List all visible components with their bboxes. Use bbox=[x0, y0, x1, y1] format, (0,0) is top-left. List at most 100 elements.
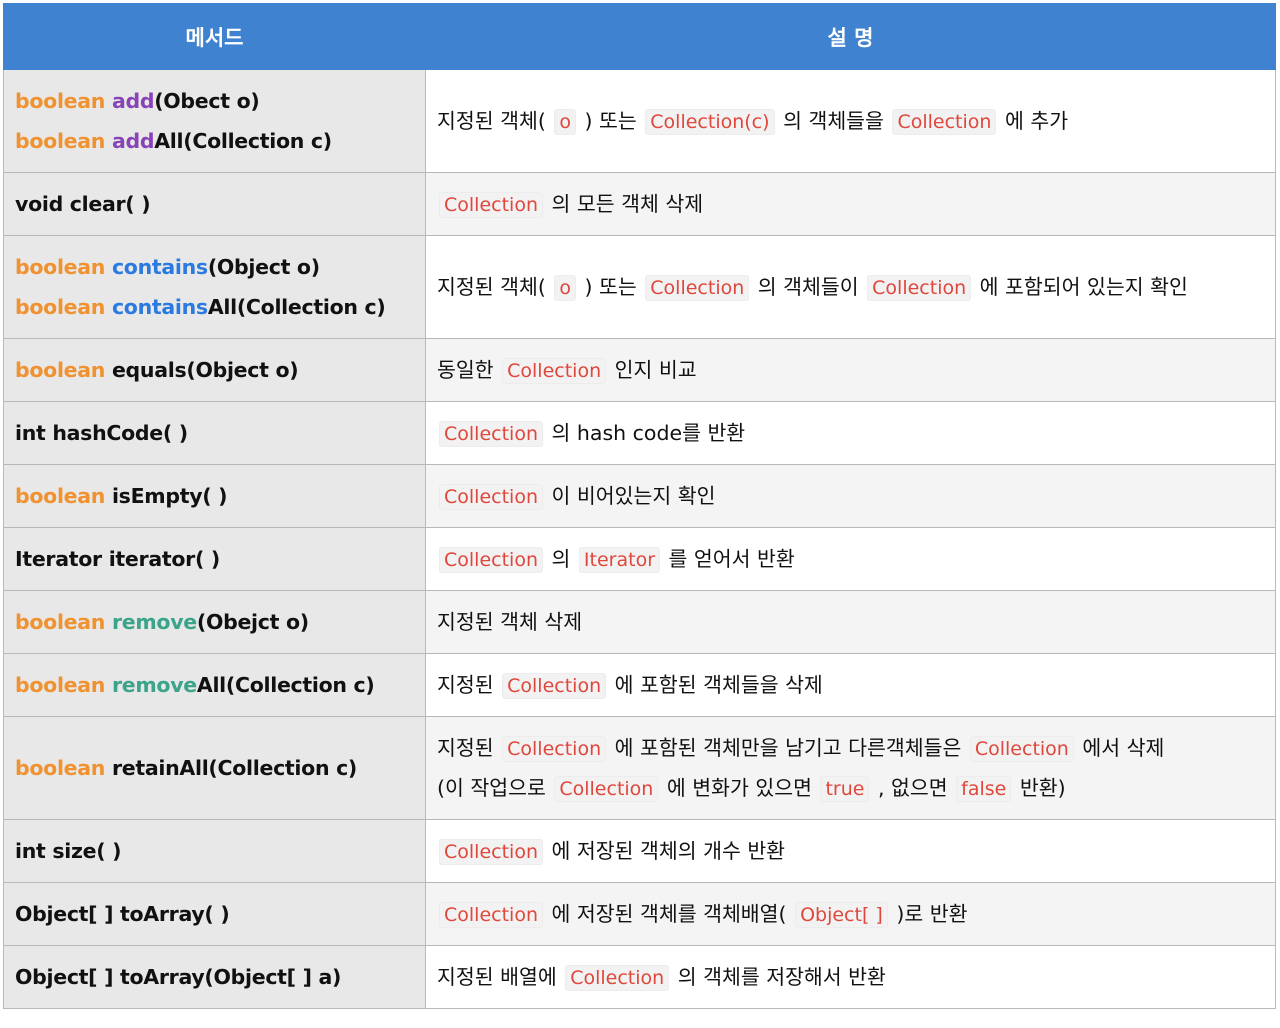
method-signature: Object[ ] toArray( ) bbox=[15, 894, 414, 934]
desc-text: 지정된 bbox=[437, 673, 494, 697]
method-text: All(Collection c) bbox=[154, 129, 332, 153]
method-cell: void clear( ) bbox=[3, 172, 426, 236]
code-token: Collection bbox=[554, 776, 659, 802]
description-line: Collection 의 hash code를 반환 bbox=[437, 413, 1264, 453]
code-token: o bbox=[554, 109, 576, 135]
method-cell: boolean removeAll(Collection c) bbox=[3, 653, 426, 717]
table-row: boolean isEmpty( ) Collection 이 비어있는지 확인 bbox=[3, 464, 1276, 528]
method-signature: Object[ ] toArray(Object[ ] a) bbox=[15, 957, 414, 997]
method-text: boolean bbox=[15, 129, 112, 153]
method-text: boolean bbox=[15, 358, 112, 382]
method-text: equals(Object o) bbox=[111, 358, 299, 382]
desc-text: 에 포함되어 있는지 확인 bbox=[979, 275, 1188, 299]
description-cell: 지정된 객체( o ) 또는 Collection 의 객체들이 Collect… bbox=[425, 235, 1276, 339]
method-signature: void clear( ) bbox=[15, 184, 414, 224]
method-text: isEmpty( ) bbox=[111, 484, 228, 508]
code-token: Collection bbox=[439, 839, 543, 865]
method-text: boolean bbox=[15, 89, 112, 113]
desc-text: 에 포함된 객체들을 삭제 bbox=[614, 673, 823, 697]
method-cell: boolean retainAll(Collection c) bbox=[3, 716, 426, 820]
description-line: 지정된 객체( o ) 또는 Collection(c) 의 객체들을 Coll… bbox=[437, 101, 1264, 141]
method-signature: boolean retainAll(Collection c) bbox=[15, 748, 414, 788]
method-text: retainAll(Collection c) bbox=[111, 756, 357, 780]
description-line: Collection 의 모든 객체 삭제 bbox=[437, 184, 1264, 224]
desc-text: 인지 비교 bbox=[614, 358, 697, 382]
method-text: (Obejct o) bbox=[196, 610, 309, 634]
method-text: (Object o) bbox=[207, 255, 320, 279]
desc-text: 에 포함된 객체만을 남기고 다른객체들은 bbox=[614, 736, 962, 760]
method-signature: int hashCode( ) bbox=[15, 413, 414, 453]
code-token: Collection bbox=[439, 421, 543, 447]
method-text: int size( ) bbox=[15, 839, 122, 863]
method-text: boolean bbox=[15, 756, 112, 780]
method-cell: boolean equals(Object o) bbox=[3, 338, 426, 402]
description-line: Collection 에 저장된 객체를 객체배열( Object[ ] )로 … bbox=[437, 894, 1264, 934]
description-line: Collection 의 Iterator 를 얻어서 반환 bbox=[437, 539, 1264, 579]
desc-text: 지정된 배열에 bbox=[437, 965, 557, 989]
table-body: boolean add(Obect o) boolean addAll(Colle… bbox=[3, 69, 1276, 1009]
code-token: Collection bbox=[439, 547, 543, 573]
desc-text: 의 객체를 저장해서 반환 bbox=[677, 965, 886, 989]
code-token: Collection bbox=[502, 358, 607, 384]
code-token: Collection bbox=[969, 736, 1074, 762]
code-token: Collection bbox=[892, 109, 997, 135]
desc-text: ) 또는 bbox=[584, 275, 637, 299]
desc-text: , 없으면 bbox=[878, 776, 948, 800]
description-line: Collection 에 저장된 객체의 개수 반환 bbox=[437, 831, 1264, 871]
method-cell: boolean remove(Obejct o) bbox=[3, 590, 426, 654]
code-token: true bbox=[820, 776, 870, 802]
desc-text: 의 모든 객체 삭제 bbox=[551, 192, 704, 216]
code-token: Collection bbox=[502, 673, 607, 699]
table-row: void clear( ) Collection 의 모든 객체 삭제 bbox=[3, 172, 1276, 236]
description-cell: 지정된 Collection 에 포함된 객체만을 남기고 다른객체들은 Col… bbox=[425, 716, 1276, 820]
table-row: int size( ) Collection 에 저장된 객체의 개수 반환 bbox=[3, 819, 1276, 883]
desc-text: ) 또는 bbox=[584, 109, 637, 133]
description-cell: Collection 에 저장된 객체를 객체배열( Object[ ] )로 … bbox=[425, 882, 1276, 946]
method-text: boolean bbox=[15, 484, 112, 508]
desc-text: 지정된 객체 삭제 bbox=[437, 610, 583, 634]
collection-methods-table: 메서드 설 명 boolean add(Obect o) boolean addA… bbox=[3, 3, 1276, 1009]
description-cell: 지정된 객체 삭제 bbox=[425, 590, 1276, 654]
desc-text: 지정된 객체( bbox=[437, 109, 546, 133]
method-signature: boolean remove(Obejct o) bbox=[15, 602, 414, 642]
table-row: boolean retainAll(Collection c) 지정된 Colle… bbox=[3, 716, 1276, 820]
description-cell: 지정된 배열에 Collection 의 객체를 저장해서 반환 bbox=[425, 945, 1276, 1009]
method-text: int hashCode( ) bbox=[15, 421, 188, 445]
code-token: Collection bbox=[502, 736, 607, 762]
table-row: boolean add(Obect o) boolean addAll(Colle… bbox=[3, 69, 1276, 173]
description-line: Collection 이 비어있는지 확인 bbox=[437, 476, 1264, 516]
desc-text: 에 추가 bbox=[1004, 109, 1069, 133]
description-cell: Collection 의 hash code를 반환 bbox=[425, 401, 1276, 465]
description-cell: 동일한 Collection 인지 비교 bbox=[425, 338, 1276, 402]
method-signature: Iterator iterator( ) bbox=[15, 539, 414, 579]
method-cell: Object[ ] toArray(Object[ ] a) bbox=[3, 945, 426, 1009]
desc-text: 를 얻어서 반환 bbox=[668, 547, 795, 571]
description-cell: Collection 의 Iterator 를 얻어서 반환 bbox=[425, 527, 1276, 591]
description-line: 지정된 Collection 에 포함된 객체들을 삭제 bbox=[437, 665, 1264, 705]
table-row: boolean removeAll(Collection c) 지정된 Colle… bbox=[3, 653, 1276, 717]
table-row: boolean contains(Object o) boolean contai… bbox=[3, 235, 1276, 339]
code-token: Collection bbox=[439, 484, 543, 510]
method-text: add bbox=[111, 129, 155, 153]
desc-text: 지정된 bbox=[437, 736, 494, 760]
table-row: boolean remove(Obejct o) 지정된 객체 삭제 bbox=[3, 590, 1276, 654]
desc-text: 에서 삭제 bbox=[1082, 736, 1165, 760]
desc-text: )로 반환 bbox=[896, 902, 968, 926]
desc-text: 의 hash code를 반환 bbox=[551, 421, 746, 445]
method-text: remove bbox=[111, 610, 197, 634]
desc-text: 반환) bbox=[1019, 776, 1066, 800]
desc-text: 의 bbox=[551, 547, 571, 571]
code-token: Collection bbox=[645, 275, 750, 301]
method-text: boolean bbox=[15, 295, 112, 319]
table-header-row: 메서드 설 명 bbox=[3, 3, 1276, 70]
description-line: 지정된 객체( o ) 또는 Collection 의 객체들이 Collect… bbox=[437, 267, 1264, 307]
description-line: 지정된 Collection 에 포함된 객체만을 남기고 다른객체들은 Col… bbox=[437, 728, 1264, 768]
method-signature: boolean equals(Object o) bbox=[15, 350, 414, 390]
method-text: Object[ ] toArray( ) bbox=[15, 902, 230, 926]
desc-text: 에 변화가 있으면 bbox=[666, 776, 812, 800]
method-signature: boolean isEmpty( ) bbox=[15, 476, 414, 516]
table-row: Object[ ] toArray( ) Collection 에 저장된 객체를… bbox=[3, 882, 1276, 946]
desc-text: 의 객체들이 bbox=[757, 275, 859, 299]
desc-text: 동일한 bbox=[437, 358, 494, 382]
method-signature: boolean add(Obect o) bbox=[15, 81, 414, 121]
